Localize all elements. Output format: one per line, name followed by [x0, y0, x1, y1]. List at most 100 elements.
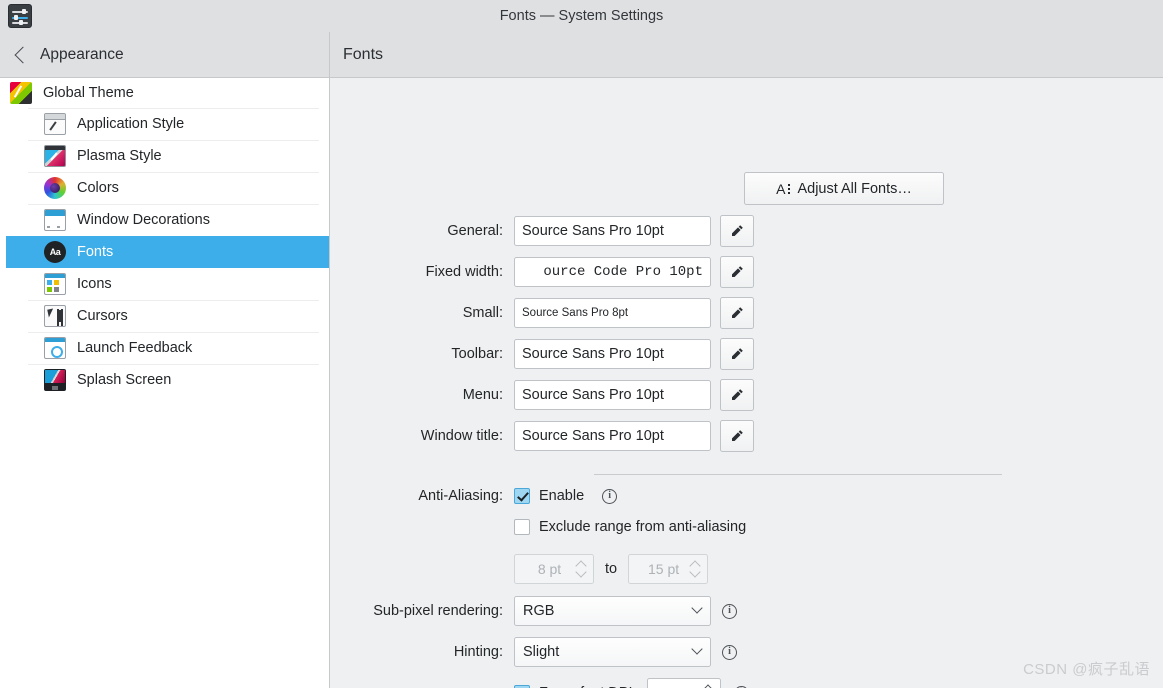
- global-theme-icon: [10, 82, 32, 104]
- splash-screen-icon: [44, 369, 66, 391]
- chevron-left-icon: [14, 46, 32, 64]
- window-title: Fonts — System Settings: [499, 8, 664, 24]
- pencil-icon: [732, 225, 743, 236]
- sidebar-item-launch-feedback[interactable]: Launch Feedback: [0, 332, 329, 364]
- window-title-font-edit-button[interactable]: [720, 420, 754, 452]
- adjust-all-fonts-button[interactable]: A Adjust All Fonts…: [744, 172, 944, 205]
- subpixel-rendering-label: Sub-pixel rendering:: [373, 603, 503, 619]
- sidebar-item-label: Colors: [77, 180, 119, 196]
- small-font-row: Small: Source Sans Pro 8pt: [354, 297, 754, 329]
- force-font-dpi-row: Force font DPI: 120 i: [354, 678, 749, 688]
- general-font-row: General: Source Sans Pro 10pt: [354, 215, 754, 247]
- antialiasing-row: Anti-Aliasing: Enable i: [354, 488, 618, 504]
- subpixel-rendering-info-icon[interactable]: i: [722, 603, 737, 619]
- small-font-edit-button[interactable]: [720, 297, 754, 329]
- toolbar-font-edit-button[interactable]: [720, 338, 754, 370]
- sidebar-item-application-style[interactable]: Application Style: [0, 108, 329, 140]
- subpixel-rendering-value: RGB: [523, 603, 555, 619]
- sidebar-item-label: Icons: [77, 276, 112, 292]
- toolbar-font-row: Toolbar: Source Sans Pro 10pt: [354, 338, 754, 370]
- exclude-range-checkbox[interactable]: [514, 519, 530, 535]
- sidebar-nav: Global Theme Application Style Plasma St…: [0, 78, 330, 688]
- sidebar-item-global-theme[interactable]: Global Theme: [0, 78, 329, 108]
- antialiasing-enable-checkbox[interactable]: [514, 488, 530, 504]
- hinting-select[interactable]: Slight: [514, 637, 711, 667]
- window-title-font-label: Window title:: [420, 428, 503, 444]
- exclude-range-label: Exclude range from anti-aliasing: [539, 519, 747, 535]
- pencil-icon: [732, 389, 743, 400]
- sidebar-item-plasma-style[interactable]: Plasma Style: [0, 140, 329, 172]
- range-to-value: 15 pt: [648, 561, 680, 577]
- spinner-arrows-icon[interactable]: [576, 560, 587, 578]
- sidebar-item-fonts[interactable]: Aa Fonts: [0, 236, 329, 268]
- spinner-arrows-icon[interactable]: [703, 684, 714, 688]
- colors-icon: [44, 177, 66, 199]
- range-to-spinbox[interactable]: 15 pt: [628, 554, 709, 584]
- header-bar: Appearance Fonts: [0, 32, 1163, 78]
- sidebar-item-icons[interactable]: Icons: [0, 268, 329, 300]
- spinner-arrows-icon[interactable]: [690, 560, 701, 578]
- application-style-icon: [44, 113, 66, 135]
- range-from-spinbox[interactable]: 8 pt: [514, 554, 594, 584]
- window-title-font-row: Window title: Source Sans Pro 10pt: [354, 420, 754, 452]
- subpixel-rendering-row: Sub-pixel rendering: RGB i: [354, 596, 737, 626]
- font-size-icon: A: [776, 181, 791, 197]
- subpixel-rendering-select[interactable]: RGB: [514, 596, 711, 626]
- pencil-icon: [732, 348, 743, 359]
- sidebar-item-splash-screen[interactable]: Splash Screen: [0, 364, 329, 396]
- force-font-dpi-spinbox[interactable]: 120: [646, 678, 721, 688]
- antialiasing-enable-label: Enable: [539, 488, 585, 504]
- adjust-all-fonts-label: Adjust All Fonts…: [797, 180, 912, 197]
- page-title: Fonts: [343, 46, 384, 63]
- exclude-range-row: Exclude range from anti-aliasing: [354, 519, 746, 535]
- fixed-width-font-row: Fixed width: ource Code Pro 10pt: [354, 256, 754, 288]
- icons-icon: [44, 273, 66, 295]
- antialiasing-info-icon[interactable]: i: [602, 488, 618, 504]
- hinting-value: Slight: [523, 644, 560, 660]
- menu-font-edit-button[interactable]: [720, 379, 754, 411]
- sidebar-item-label: Cursors: [77, 308, 128, 324]
- window-decorations-icon: [44, 209, 66, 231]
- fonts-icon: Aa: [44, 241, 66, 263]
- hinting-row: Hinting: Slight i: [354, 637, 737, 667]
- fixed-width-font-label: Fixed width:: [425, 264, 503, 280]
- title-bar: Fonts — System Settings: [0, 0, 1163, 32]
- general-font-label: General:: [447, 223, 503, 239]
- hinting-label: Hinting:: [453, 644, 503, 660]
- system-settings-window: Fonts — System Settings Appearance Fonts…: [0, 0, 1163, 688]
- launch-feedback-icon: [44, 337, 66, 359]
- sidebar-item-label: Global Theme: [43, 85, 134, 101]
- fixed-width-font-edit-button[interactable]: [720, 256, 754, 288]
- toolbar-font-label: Toolbar:: [451, 346, 503, 362]
- toolbar-font-field[interactable]: Source Sans Pro 10pt: [514, 339, 711, 369]
- pencil-icon: [732, 430, 743, 441]
- chevron-down-icon: [691, 602, 703, 614]
- plasma-style-icon: [44, 145, 66, 167]
- cursors-icon: [44, 305, 66, 327]
- sidebar-item-label: Launch Feedback: [77, 340, 193, 356]
- back-button[interactable]: Appearance: [0, 32, 330, 78]
- sidebar-item-label: Splash Screen: [77, 372, 172, 388]
- sidebar-item-label: Application Style: [77, 116, 185, 132]
- general-font-edit-button[interactable]: [720, 215, 754, 247]
- sidebar-scrolled-edge: [0, 78, 6, 688]
- range-to-word: to: [605, 561, 618, 577]
- sidebar-item-colors[interactable]: Colors: [0, 172, 329, 204]
- general-font-field[interactable]: Source Sans Pro 10pt: [514, 216, 711, 246]
- range-from-value: 8 pt: [537, 561, 562, 577]
- pencil-icon: [732, 307, 743, 318]
- exclude-range-values-row: 8 pt to 15 pt: [354, 554, 709, 584]
- fixed-width-font-field[interactable]: ource Code Pro 10pt: [514, 257, 711, 287]
- menu-font-field[interactable]: Source Sans Pro 10pt: [514, 380, 711, 410]
- chevron-down-icon: [691, 643, 703, 655]
- small-font-field[interactable]: Source Sans Pro 8pt: [514, 298, 711, 328]
- sidebar-item-label: Window Decorations: [77, 212, 210, 228]
- antialiasing-label: Anti-Aliasing:: [418, 488, 503, 504]
- hinting-info-icon[interactable]: i: [722, 644, 737, 660]
- window-title-font-field[interactable]: Source Sans Pro 10pt: [514, 421, 711, 451]
- sidebar-item-window-decorations[interactable]: Window Decorations: [0, 204, 329, 236]
- small-font-label: Small:: [462, 305, 503, 321]
- sidebar-item-label: Fonts: [77, 244, 114, 260]
- sidebar-item-cursors[interactable]: Cursors: [0, 300, 329, 332]
- pencil-icon: [732, 266, 743, 277]
